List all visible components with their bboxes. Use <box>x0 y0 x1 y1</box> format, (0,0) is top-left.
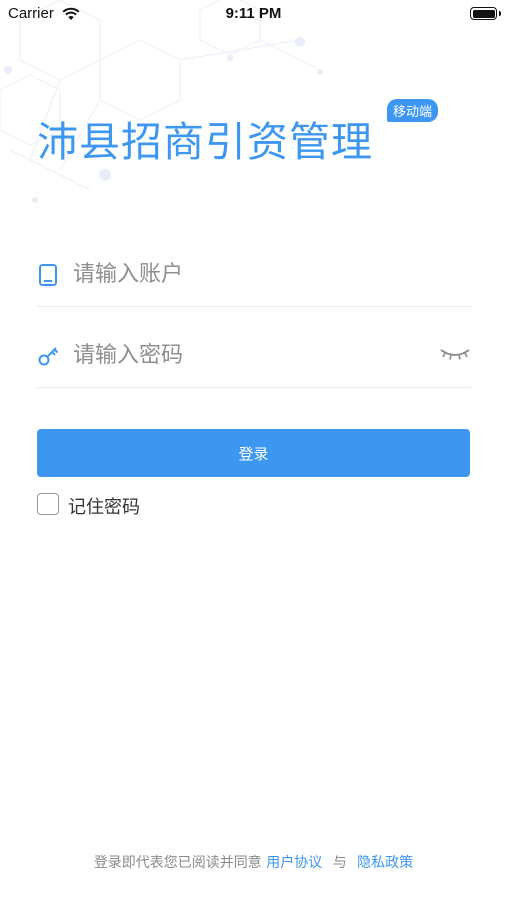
privacy-policy-link[interactable]: 隐私政策 <box>357 855 413 871</box>
mobile-badge: 移动端 <box>387 99 439 122</box>
login-button[interactable]: 登录 <box>37 429 470 477</box>
status-time: 9:11 PM <box>225 5 282 22</box>
app-title: 沛县招商引资管理 <box>37 118 373 166</box>
password-field <box>37 327 471 388</box>
remember-label: 记住密码 <box>68 497 140 518</box>
status-bar: Carrier 9:11 PM <box>0 0 507 28</box>
account-input[interactable] <box>73 254 423 294</box>
user-agreement-link[interactable]: 用户协议 <box>266 855 322 871</box>
account-field <box>37 246 471 307</box>
key-icon <box>37 344 61 372</box>
battery-icon <box>470 7 501 20</box>
password-input[interactable] <box>73 335 423 375</box>
agreement-and: 与 <box>332 855 347 871</box>
remember-checkbox[interactable] <box>37 493 59 515</box>
agreement-prefix: 登录即代表您已阅读并同意 <box>93 855 262 871</box>
eye-closed-icon[interactable] <box>439 347 471 367</box>
agreement-footer: 登录即代表您已阅读并同意 用户协议 与 隐私政策 <box>0 852 507 872</box>
phone-icon <box>37 263 59 291</box>
